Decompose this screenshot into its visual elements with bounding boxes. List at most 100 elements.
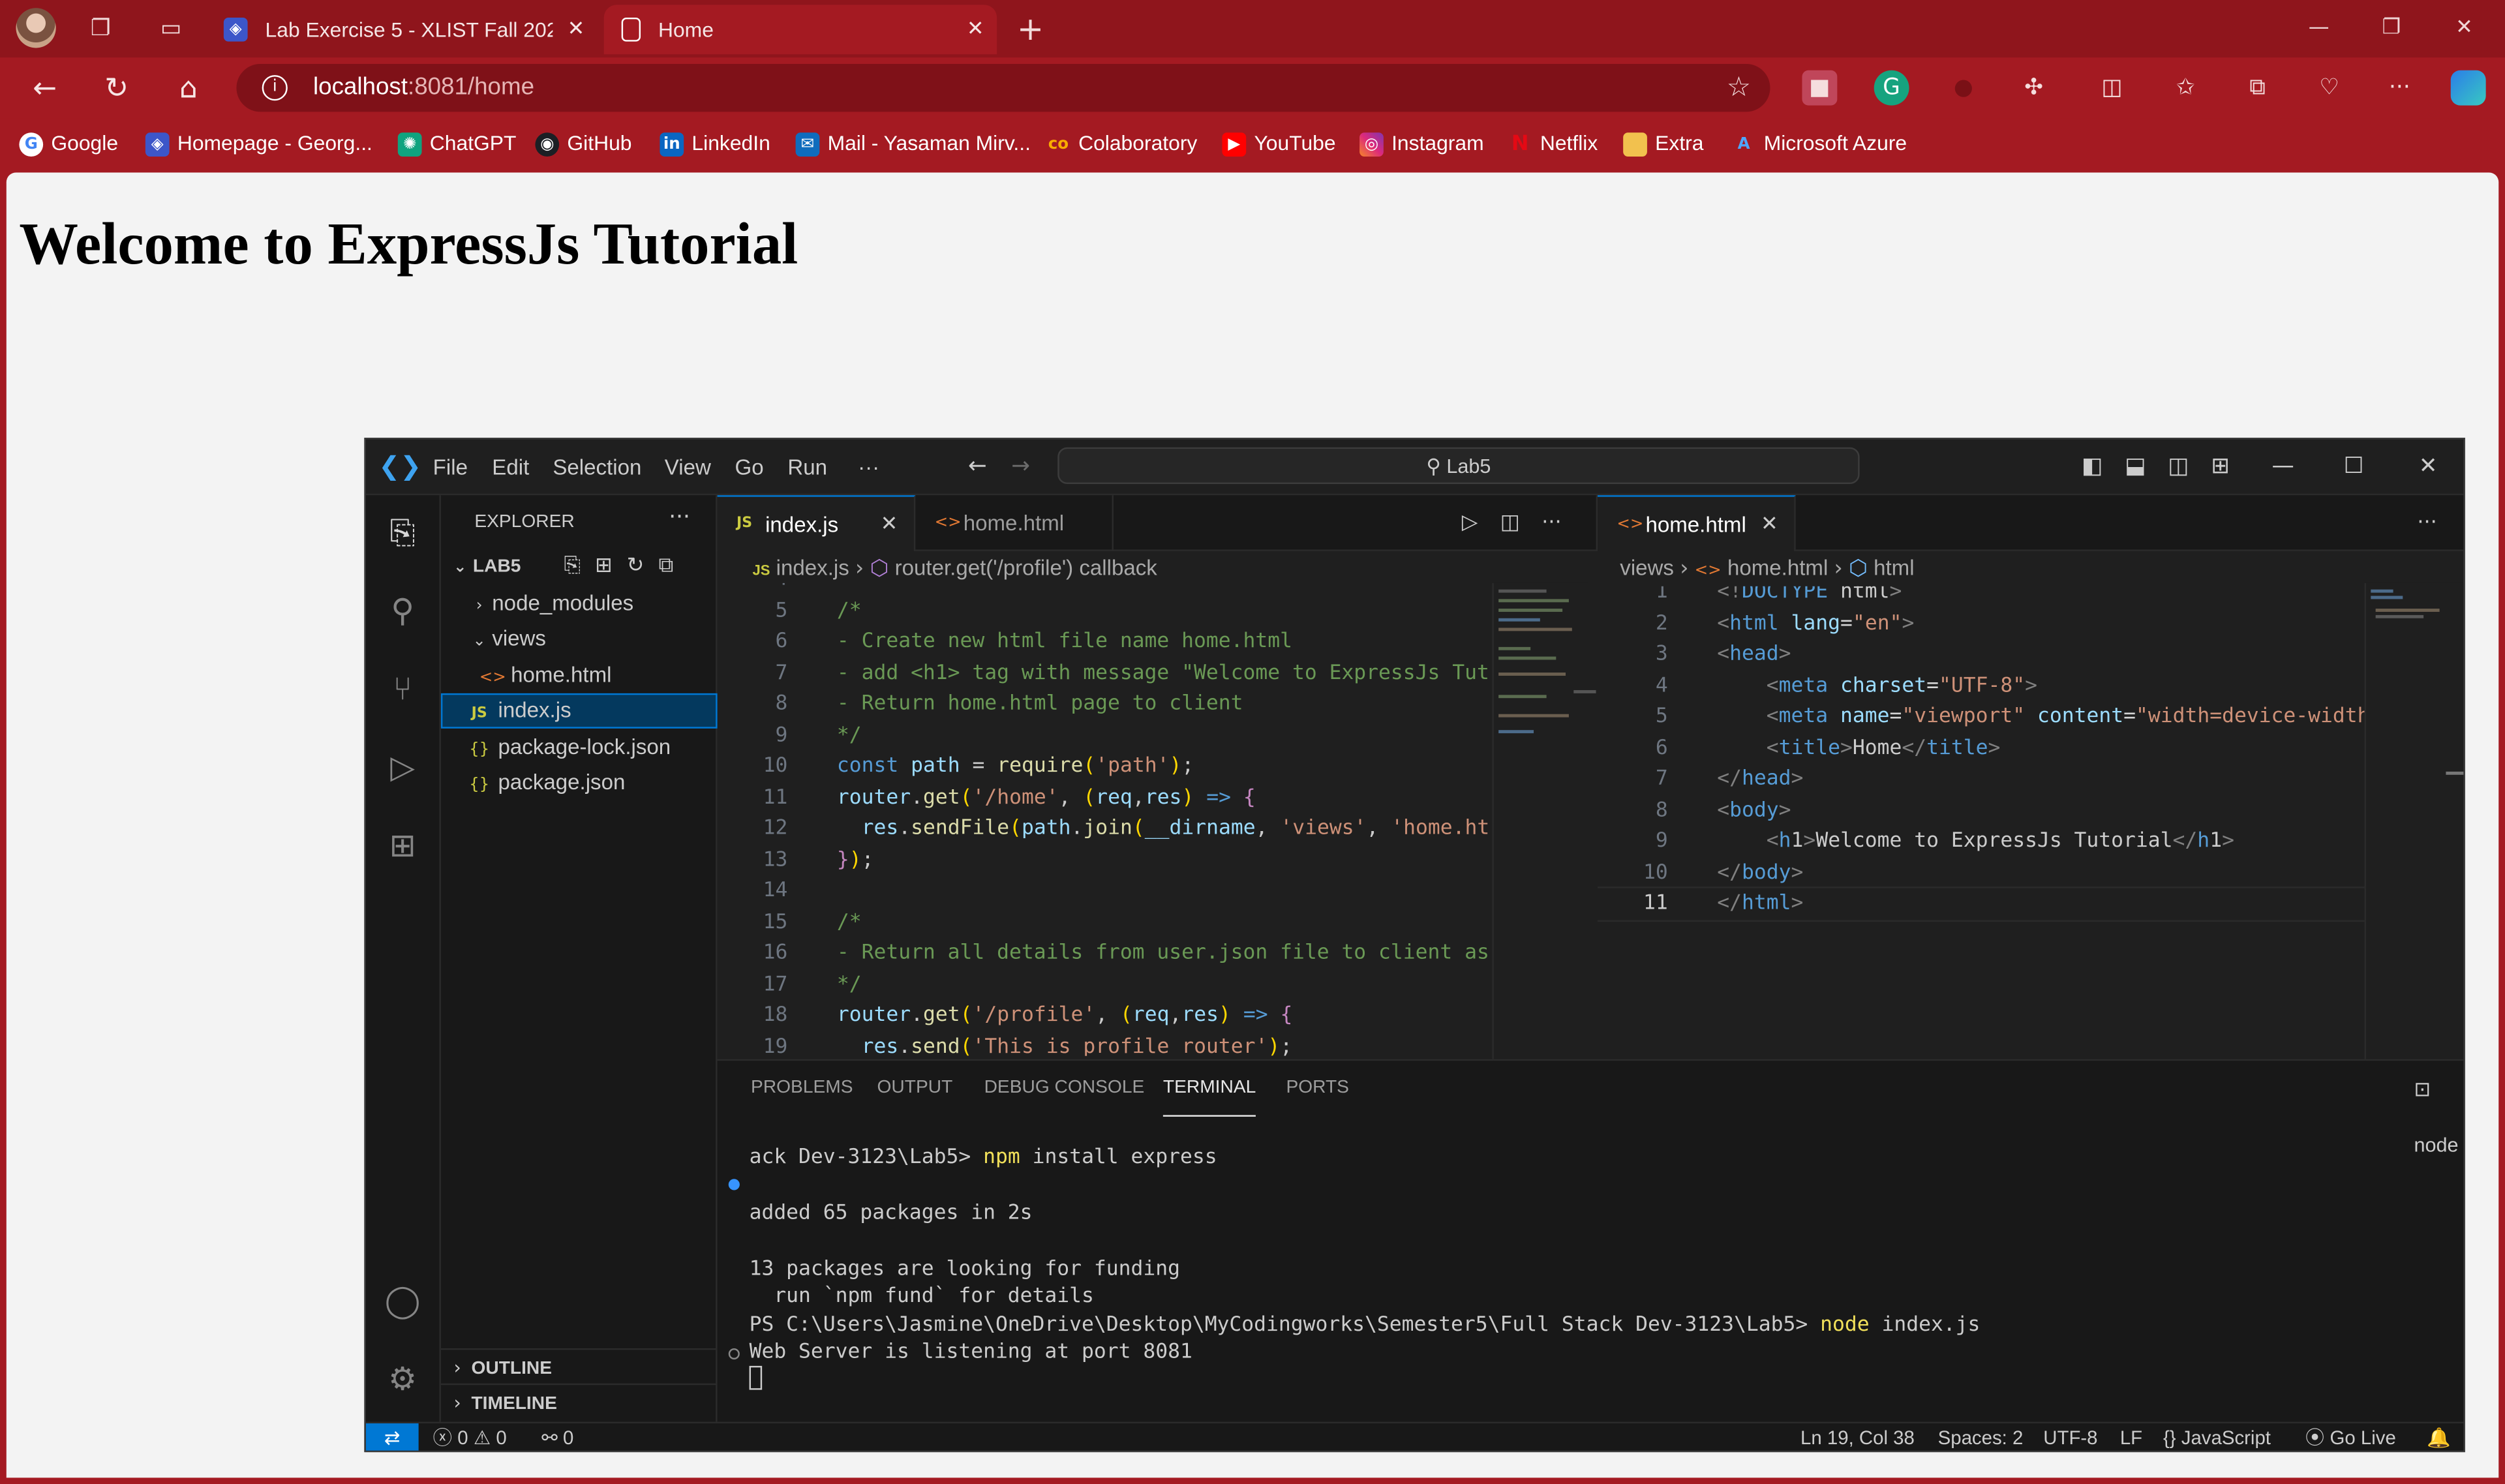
tree-item-index-js[interactable]: JS index.js [440, 693, 718, 729]
menu-view[interactable]: View [665, 439, 711, 495]
bookmark-colaboratory[interactable]: co Colaboratory [1046, 128, 1198, 160]
shell-selector[interactable]: ⊡ node [2414, 1061, 2463, 1157]
favorite-star-icon[interactable]: ☆ [1727, 64, 1751, 112]
toggle-sidebar-icon[interactable]: ◧ [2082, 439, 2103, 495]
command-center-search[interactable]: ⚲ Lab5 [1057, 447, 1860, 485]
tree-item-package-json[interactable]: {} package.json [441, 765, 718, 800]
vscode-close-icon[interactable]: ✕ [2419, 439, 2438, 495]
menu-selection[interactable]: Selection [553, 439, 641, 495]
cursor-position[interactable]: Ln 19, Col 38 [1800, 1423, 1915, 1451]
bookmark-instagram[interactable]: ◎ Instagram [1359, 128, 1484, 160]
more-menu-icon[interactable]: ··· [2382, 70, 2417, 106]
extensions-puzzle-icon[interactable]: ✣ [2016, 70, 2052, 106]
extension-icon[interactable]: ■ [1802, 70, 1838, 106]
code-line[interactable]: 10 </body> [1598, 857, 1803, 888]
close-tab-icon[interactable]: ✕ [1761, 497, 1778, 553]
grammarly-icon[interactable]: G [1874, 70, 1909, 106]
home-button[interactable]: ⌂ [171, 72, 206, 107]
problems-status[interactable]: ⓧ 0 ⚠ 0 [433, 1423, 507, 1451]
run-debug-icon[interactable]: ▷ [382, 746, 423, 788]
code-line[interactable]: 4 [718, 583, 837, 595]
split-screen-icon[interactable]: ◫ [2095, 70, 2130, 106]
code-line[interactable]: 12 res.sendFile(path.join(__dirname, 'vi… [718, 813, 1490, 845]
code-line[interactable]: 9 <h1>Welcome to ExpressJs Tutorial</h1> [1598, 826, 2234, 857]
editor-more-icon[interactable]: ··· [2417, 495, 2437, 551]
panel-tab-problems[interactable]: PROBLEMS [751, 1061, 853, 1117]
browser-tab-lab-exercise[interactable]: ◈ Lab Exercise 5 - XLIST Fall 2024 CC ✕ [211, 5, 598, 54]
close-tab-icon[interactable]: ✕ [568, 5, 585, 54]
copilot-icon[interactable] [2450, 70, 2486, 106]
menu-run[interactable]: Run [787, 439, 827, 495]
panel-tab-output[interactable]: OUTPUT [877, 1061, 953, 1117]
code-line[interactable]: 5 <meta name="viewport" content="width=d… [1598, 701, 2365, 733]
editor-tab-home-html[interactable]: <> home.html [915, 495, 1114, 551]
toggle-panel-icon[interactable]: ⬓ [2125, 439, 2146, 495]
customize-layout-icon[interactable]: ⊞ [2211, 439, 2230, 495]
code-line[interactable]: 8 - Return home.html page to client [718, 689, 1243, 720]
tree-item-home-html[interactable]: <> home.html [441, 658, 718, 693]
bookmark-linkedin[interactable]: in LinkedIn [660, 128, 770, 160]
code-line[interactable]: 10 const path = require('path'); [718, 751, 1194, 782]
right-minimap[interactable] [2364, 583, 2464, 1059]
code-line[interactable]: 18 router.get('/profile', (req,res) => { [718, 1000, 1293, 1031]
panel-tab-debug-console[interactable]: DEBUG CONSOLE [984, 1061, 1145, 1117]
code-line[interactable]: 3 <head> [1598, 639, 1791, 671]
close-window-icon[interactable]: ✕ [2455, 0, 2473, 57]
bookmark-azure[interactable]: A Microsoft Azure [1732, 128, 1907, 160]
close-tab-icon[interactable]: ✕ [881, 497, 898, 553]
right-breadcrumb[interactable]: views › <> home.html › ⬡ html [1620, 551, 1914, 586]
search-icon[interactable]: ⚲ [382, 590, 423, 631]
ports-status[interactable]: ⚯ 0 [541, 1423, 573, 1451]
indentation-status[interactable]: Spaces: 2 [1938, 1423, 2024, 1451]
settings-gear-icon[interactable]: ⚙ [382, 1358, 423, 1400]
profile-avatar[interactable] [16, 8, 56, 48]
code-line[interactable]: 7 - add <h1> tag with message "Welcome t… [718, 658, 1489, 689]
tree-item-views[interactable]: ⌄ views [441, 622, 718, 657]
refresh-button[interactable]: ↻ [99, 72, 134, 107]
back-button[interactable]: ← [27, 72, 63, 107]
timeline-section[interactable]: › TIMELINE [440, 1383, 718, 1419]
code-line[interactable]: 17 */ [718, 969, 862, 1000]
bookmark-youtube[interactable]: ▶ YouTube [1222, 128, 1336, 160]
code-line[interactable]: 14 [718, 875, 837, 907]
favorites-icon[interactable]: ✩ [2168, 70, 2203, 106]
encoding-status[interactable]: UTF-8 [2043, 1423, 2097, 1451]
code-line[interactable]: 6 - Create new html file name home.html [718, 626, 1292, 658]
menu-file[interactable]: File [433, 439, 468, 495]
code-line[interactable]: 19 res.send('This is profile router'); [718, 1031, 1293, 1056]
vscode-minimize-icon[interactable]: — [2271, 439, 2294, 495]
accounts-icon[interactable]: ◯ [382, 1280, 423, 1322]
toggle-secondary-sidebar-icon[interactable]: ◫ [2168, 439, 2189, 495]
eol-status[interactable]: LF [2120, 1423, 2142, 1451]
code-line[interactable]: 11 </html> [1598, 886, 2365, 921]
menu-more[interactable]: ··· [858, 439, 879, 495]
code-line[interactable]: 16 - Return all details from user.json f… [718, 938, 1489, 969]
left-breadcrumb[interactable]: JS index.js › ⬡ router.get('/profile') c… [752, 551, 1157, 586]
vscode-maximize-icon[interactable]: ☐ [2344, 439, 2364, 495]
notifications-bell-icon[interactable]: 🔔 [2427, 1423, 2451, 1451]
editor-more-icon[interactable]: ··· [1541, 495, 1561, 551]
address-bar[interactable]: i localhost:8081/home ☆ [236, 63, 1770, 112]
nav-back-icon[interactable]: ← [968, 439, 987, 495]
bookmark-google[interactable]: G Google [19, 128, 118, 160]
collections-icon[interactable]: ⧉ [2239, 70, 2275, 106]
panel-tab-ports[interactable]: PORTS [1286, 1061, 1349, 1117]
explorer-icon[interactable]: ⎘ [382, 511, 423, 553]
left-code-editor[interactable]: 4 5 /*6 - Create new html file name home… [718, 583, 1493, 1056]
bookmark-homepage[interactable]: ◈ Homepage - Georg... [145, 128, 372, 160]
code-line[interactable]: 15 /* [718, 907, 862, 938]
left-minimap[interactable] [1492, 583, 1588, 1059]
code-line[interactable]: 13 }); [718, 844, 874, 875]
minimize-icon[interactable]: — [2309, 0, 2330, 57]
right-code-editor[interactable]: 1 <!DOCTYPE html> 2 <html lang="en"> 3 <he… [1598, 586, 2365, 1059]
code-line[interactable]: 4 <meta charset="UTF-8"> [1598, 670, 2037, 701]
bookmark-folder-extra[interactable]: Extra [1623, 128, 1703, 160]
bookmark-github[interactable]: ◉ GitHub [535, 128, 632, 160]
site-info-icon[interactable]: i [262, 75, 288, 101]
nav-forward-icon[interactable]: → [1011, 439, 1030, 495]
editor-tab-home-html-right[interactable]: <> home.html ✕ [1598, 495, 1796, 551]
extension-icon[interactable]: ● [1946, 70, 1981, 106]
tree-item-node-modules[interactable]: › node_modules [441, 586, 718, 622]
new-tab-button[interactable]: + [1011, 10, 1050, 48]
workspaces-icon[interactable]: ❐ [82, 10, 120, 48]
